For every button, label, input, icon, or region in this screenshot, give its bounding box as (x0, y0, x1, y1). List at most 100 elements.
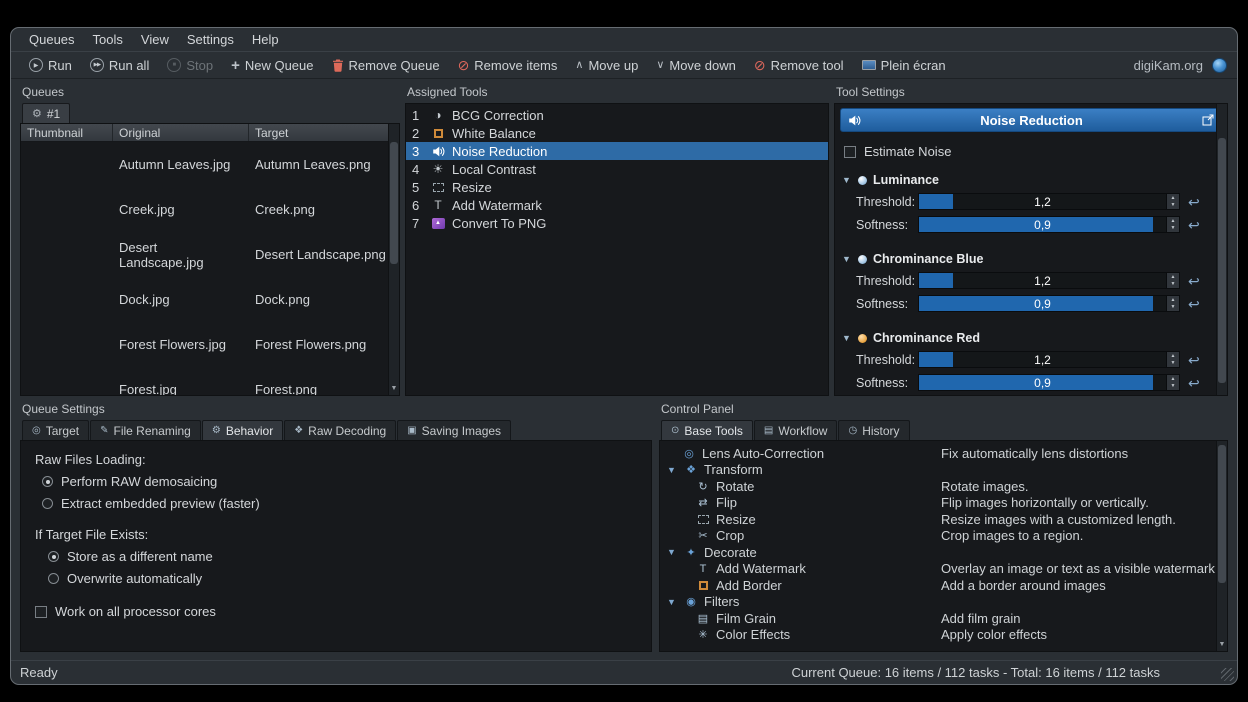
menu-view[interactable]: View (133, 30, 177, 49)
softness-slider[interactable]: 0,9 ▲▼ (918, 295, 1180, 312)
reset-icon[interactable]: ↩ (1188, 297, 1200, 311)
radio-perform-demosaicing[interactable]: Perform RAW demosaicing (42, 474, 637, 489)
tree-item-add-border[interactable]: Add Border Add a border around images (660, 577, 1227, 594)
checkbox-icon[interactable] (35, 606, 47, 618)
remove-tool-button[interactable]: ⊘ Remove tool (746, 56, 852, 75)
run-all-button[interactable]: ▶▶ Run all (82, 56, 157, 75)
move-up-button[interactable]: ∧ Move up (567, 56, 646, 75)
resize-grip[interactable] (1221, 668, 1234, 681)
luminance-section-header[interactable]: ▼ Luminance (842, 173, 1220, 187)
checkbox-all-cores[interactable]: Work on all processor cores (35, 604, 637, 619)
queues-scrollbar[interactable]: ▼ (388, 124, 399, 395)
tab-file-renaming[interactable]: ✎ File Renaming (90, 420, 201, 440)
tool-item-white-balance[interactable]: 2 White Balance (406, 124, 828, 142)
softness-slider[interactable]: 0,9 ▲▼ (918, 216, 1180, 233)
spin-up-icon[interactable]: ▲ (1167, 194, 1179, 202)
menu-settings[interactable]: Settings (179, 30, 242, 49)
tree-item-color-effects[interactable]: ✳Color Effects Apply color effects (660, 627, 1227, 644)
stop-button[interactable]: ■ Stop (159, 56, 221, 75)
tab-workflow[interactable]: ▤ Workflow (754, 420, 838, 440)
spin-down-icon[interactable]: ▼ (1167, 304, 1179, 312)
radio-store-different-name[interactable]: Store as a different name (48, 549, 637, 564)
scrollbar-thumb[interactable] (1218, 445, 1226, 583)
scrollbar-thumb[interactable] (390, 142, 398, 264)
spin-down-icon[interactable]: ▼ (1167, 360, 1179, 368)
reset-icon[interactable]: ↩ (1188, 353, 1200, 367)
move-down-button[interactable]: ∨ Move down (648, 56, 744, 75)
collapse-arrow-icon[interactable]: ▼ (842, 254, 852, 264)
tool-item-bcg[interactable]: 1 ◑ BCG Correction (406, 106, 828, 124)
table-row[interactable]: Creek.jpg Creek.png (21, 187, 399, 232)
collapse-arrow-icon[interactable]: ▼ (842, 333, 852, 343)
tree-group-transform[interactable]: ▼❖Transform (660, 462, 1227, 479)
radio-extract-preview[interactable]: Extract embedded preview (faster) (42, 496, 637, 511)
fullscreen-button[interactable]: Plein écran (854, 56, 954, 75)
remove-queue-button[interactable]: Remove Queue (324, 56, 448, 75)
tree-item-resize[interactable]: Resize Resize images with a customized l… (660, 511, 1227, 528)
tree-group-filters[interactable]: ▼◉Filters (660, 594, 1227, 611)
scrollbar-thumb[interactable] (1218, 138, 1226, 383)
digikam-brand-link[interactable]: digiKam.org (1134, 58, 1203, 73)
tool-item-add-watermark[interactable]: 6 T Add Watermark (406, 196, 828, 214)
table-row[interactable]: Forest Flowers.jpg Forest Flowers.png (21, 322, 399, 367)
expand-arrow-icon[interactable]: ▼ (667, 465, 678, 475)
tool-settings-scrollbar[interactable] (1216, 104, 1227, 395)
tab-target[interactable]: ◎ Target (22, 420, 89, 440)
table-row[interactable]: Dock.jpg Dock.png (21, 277, 399, 322)
tab-behavior[interactable]: ⚙ Behavior (202, 420, 283, 440)
control-panel-scrollbar[interactable]: ▼ (1216, 441, 1227, 651)
remove-items-button[interactable]: ⊘ Remove items (450, 56, 566, 75)
tab-history[interactable]: ◷ History (838, 420, 909, 440)
run-button[interactable]: ▶ Run (21, 56, 80, 75)
table-row[interactable]: Desert Landscape.jpg Desert Landscape.pn… (21, 232, 399, 277)
tree-group-decorate[interactable]: ▼✦Decorate (660, 544, 1227, 561)
radio-icon[interactable] (48, 551, 59, 562)
spin-down-icon[interactable]: ▼ (1167, 225, 1179, 233)
tool-item-noise-reduction[interactable]: 3 Noise Reduction (406, 142, 828, 160)
spinner[interactable]: ▲▼ (1166, 375, 1179, 390)
spin-up-icon[interactable]: ▲ (1167, 273, 1179, 281)
detach-settings-icon[interactable] (1202, 114, 1214, 126)
tab-saving-images[interactable]: ▣ Saving Images (397, 420, 511, 440)
table-row[interactable]: Autumn Leaves.jpg Autumn Leaves.png (21, 142, 399, 187)
spin-down-icon[interactable]: ▼ (1167, 383, 1179, 391)
spin-up-icon[interactable]: ▲ (1167, 375, 1179, 383)
reset-icon[interactable]: ↩ (1188, 218, 1200, 232)
scroll-down-icon[interactable]: ▼ (1217, 639, 1227, 651)
chrominance-red-header[interactable]: ▼ Chrominance Red (842, 331, 1220, 345)
column-original[interactable]: Original (113, 124, 249, 141)
tool-item-convert-png[interactable]: 7 ▲ Convert To PNG (406, 214, 828, 232)
radio-icon[interactable] (42, 476, 53, 487)
tree-item-rotate[interactable]: ↻Rotate Rotate images. (660, 478, 1227, 495)
tree-item-lens-auto-correction[interactable]: ◎Lens Auto-Correction Fix automatically … (660, 445, 1227, 462)
radio-icon[interactable] (42, 498, 53, 509)
spinner[interactable]: ▲▼ (1166, 273, 1179, 288)
reset-icon[interactable]: ↩ (1188, 376, 1200, 390)
menu-tools[interactable]: Tools (85, 30, 131, 49)
collapse-arrow-icon[interactable]: ▼ (842, 175, 852, 185)
chrominance-blue-header[interactable]: ▼ Chrominance Blue (842, 252, 1220, 266)
new-queue-button[interactable]: + New Queue (223, 56, 321, 75)
scroll-down-icon[interactable]: ▼ (389, 383, 399, 395)
spin-up-icon[interactable]: ▲ (1167, 296, 1179, 304)
threshold-slider[interactable]: 1,2 ▲▼ (918, 193, 1180, 210)
radio-icon[interactable] (48, 573, 59, 584)
spinner[interactable]: ▲▼ (1166, 296, 1179, 311)
tool-item-local-contrast[interactable]: 4 ☀ Local Contrast (406, 160, 828, 178)
table-row[interactable]: Forest.jpg Forest.png (21, 367, 399, 396)
menu-queues[interactable]: Queues (21, 30, 83, 49)
spin-up-icon[interactable]: ▲ (1167, 352, 1179, 360)
estimate-noise-option[interactable]: Estimate Noise (844, 144, 1218, 159)
spinner[interactable]: ▲▼ (1166, 217, 1179, 232)
threshold-slider[interactable]: 1,2 ▲▼ (918, 351, 1180, 368)
column-target[interactable]: Target (249, 124, 399, 141)
tree-item-add-watermark[interactable]: TAdd Watermark Overlay an image or text … (660, 561, 1227, 578)
reset-icon[interactable]: ↩ (1188, 195, 1200, 209)
tab-base-tools[interactable]: ⊙ Base Tools (661, 420, 753, 440)
menu-help[interactable]: Help (244, 30, 287, 49)
radio-overwrite[interactable]: Overwrite automatically (48, 571, 637, 586)
expand-arrow-icon[interactable]: ▼ (667, 547, 678, 557)
tree-item-flip[interactable]: ⇄Flip Flip images horizontally or vertic… (660, 495, 1227, 512)
softness-slider[interactable]: 0,9 ▲▼ (918, 374, 1180, 391)
checkbox-icon[interactable] (844, 146, 856, 158)
